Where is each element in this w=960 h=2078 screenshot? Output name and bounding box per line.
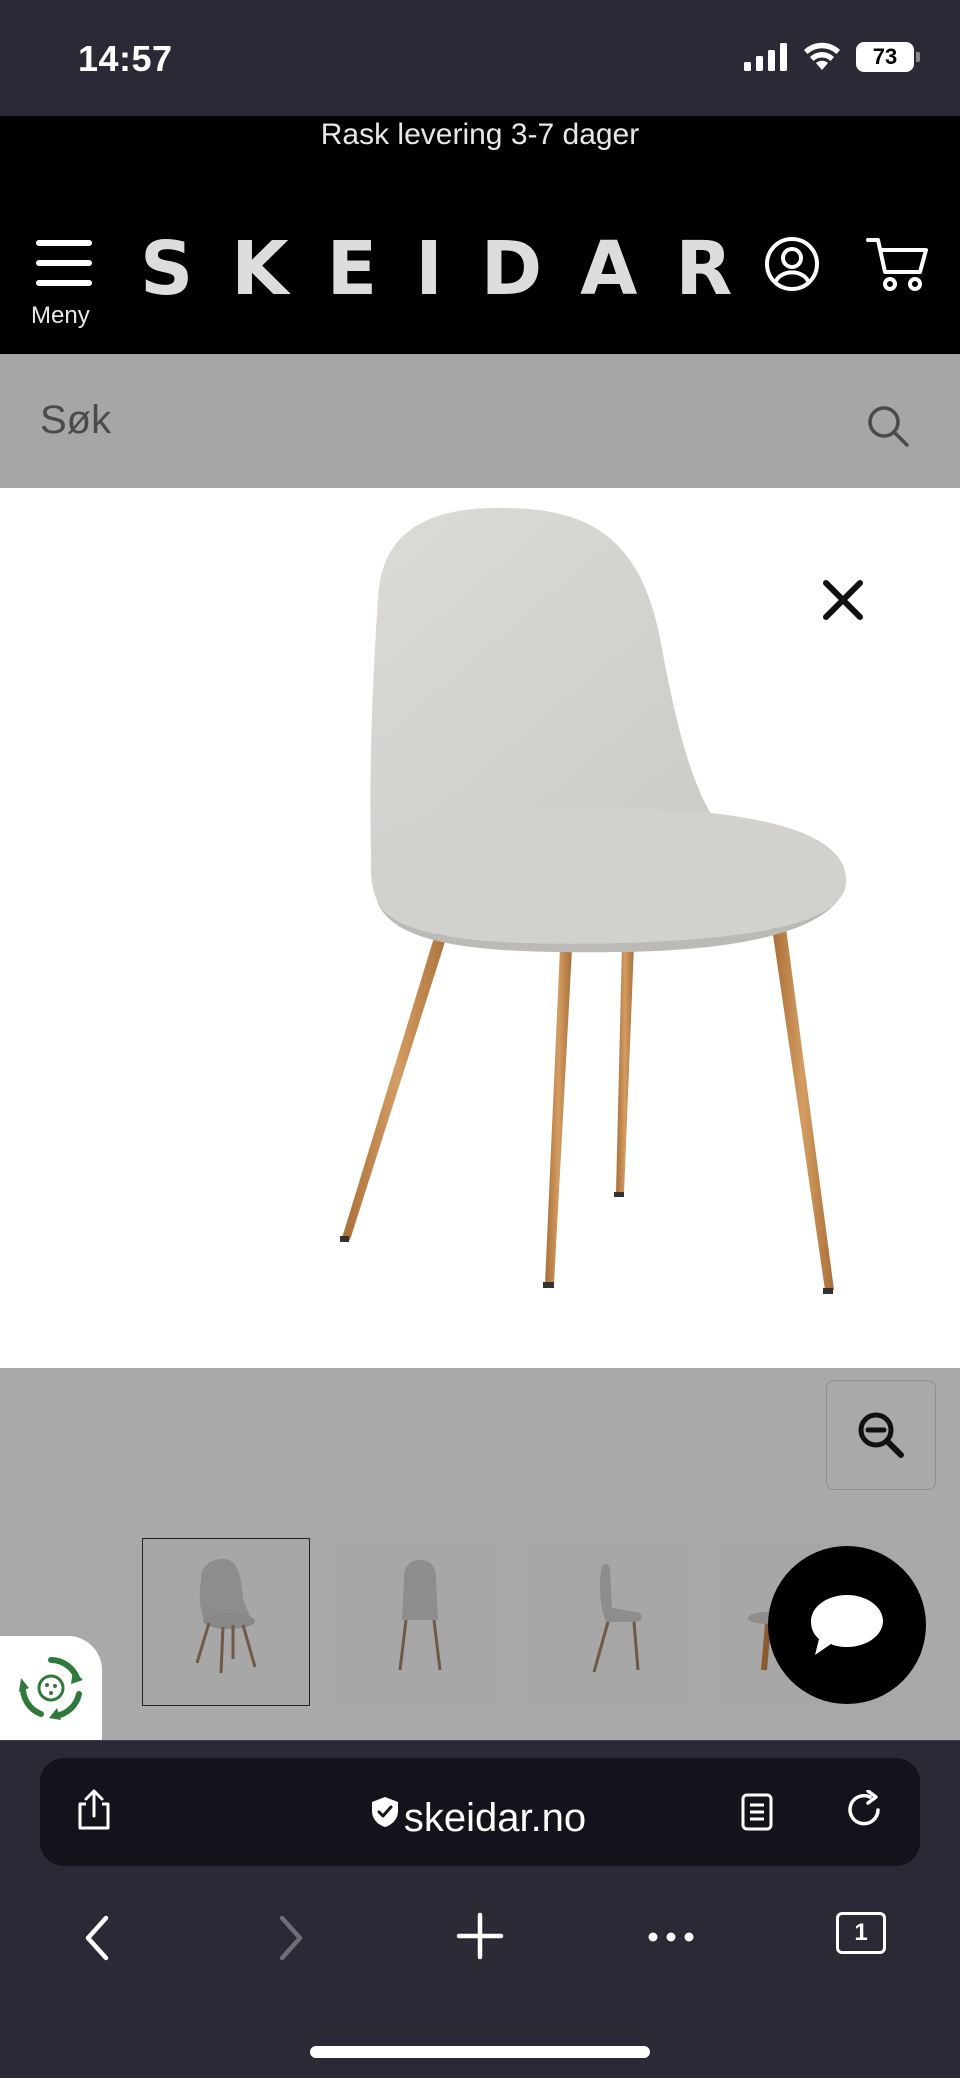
menu-label: Meny [31, 302, 90, 329]
search-icon [868, 406, 909, 447]
search-input[interactable] [40, 390, 820, 450]
eco-badge[interactable] [0, 1636, 102, 1740]
plus-icon [456, 1912, 504, 1960]
user-icon [765, 237, 819, 291]
search-bar [0, 354, 960, 488]
new-tab-button[interactable] [456, 1912, 504, 1965]
reader-icon[interactable] [740, 1792, 774, 1832]
status-time: 14:57 [78, 38, 173, 79]
product-image[interactable] [0, 488, 960, 1368]
signal-icon [744, 43, 787, 71]
chair-thumbnail [398, 1560, 442, 1671]
search-button[interactable] [866, 404, 910, 453]
chevron-left-icon [85, 1915, 109, 1961]
site-logo[interactable]: SKEIDAR [140, 226, 770, 312]
recycle-icon [19, 1657, 83, 1720]
site-header: Rask levering 3-7 dager Meny SKEIDAR [0, 116, 960, 354]
account-button[interactable] [764, 236, 820, 297]
chat-bubble-icon [811, 1595, 883, 1655]
battery-indicator: 73 [856, 42, 920, 72]
forward-button[interactable] [276, 1914, 306, 1967]
cart-icon [866, 238, 928, 291]
status-bar: 14:57 73 [0, 0, 960, 116]
reload-icon[interactable] [844, 1790, 884, 1830]
cart-button[interactable] [866, 236, 930, 297]
more-button[interactable] [648, 1930, 694, 1948]
hamburger-icon [36, 240, 92, 286]
back-button[interactable] [82, 1914, 112, 1967]
chevron-right-icon [279, 1915, 303, 1961]
thumbnail-side[interactable] [526, 1538, 694, 1706]
tabs-button[interactable]: 1 [836, 1912, 886, 1954]
thumbnail-front[interactable] [142, 1538, 310, 1706]
zoom-out-icon [858, 1412, 904, 1458]
more-dots-icon [648, 1932, 694, 1942]
close-icon [823, 580, 863, 620]
promo-banner: Rask levering 3-7 dager [320, 118, 640, 151]
chat-button[interactable] [768, 1546, 926, 1704]
chair-image [340, 507, 847, 1294]
chair-thumbnail [195, 1559, 257, 1674]
chair-thumbnail [592, 1563, 642, 1673]
close-button[interactable] [820, 577, 866, 628]
thumbnail-back[interactable] [334, 1538, 502, 1706]
url-text: skeidar.no [403, 1796, 587, 1840]
tabs-count: 1 [854, 1919, 868, 1946]
status-icons: 73 [744, 42, 920, 72]
home-indicator[interactable] [310, 2046, 650, 2058]
address-bar[interactable]: skeidar.no [40, 1758, 920, 1866]
zoom-out-button[interactable] [826, 1380, 936, 1490]
wifi-icon [804, 42, 840, 70]
browser-nav: 1 [0, 1900, 960, 1980]
